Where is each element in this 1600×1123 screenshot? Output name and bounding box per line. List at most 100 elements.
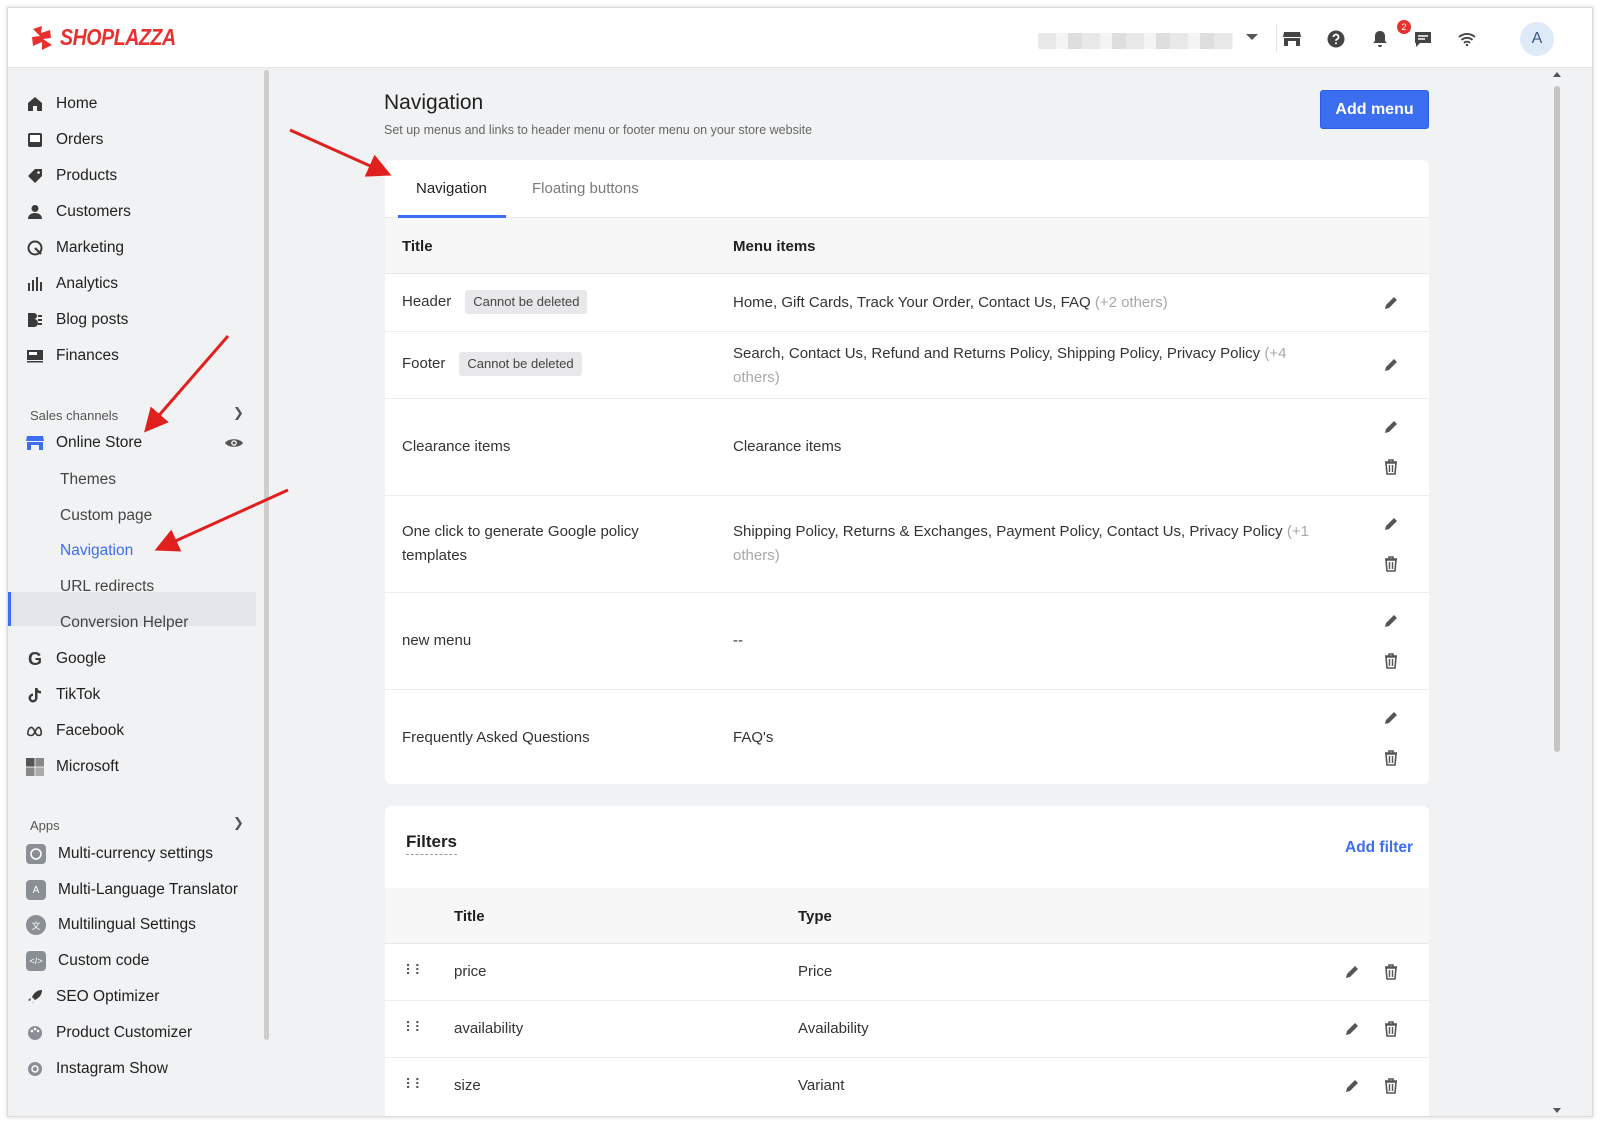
scroll-up-icon[interactable] xyxy=(1553,72,1561,77)
trash-icon[interactable] xyxy=(1381,748,1401,768)
filter-type: Availability xyxy=(798,1020,869,1037)
trash-icon[interactable] xyxy=(1381,554,1401,574)
menu-title: Clearance items xyxy=(402,438,511,455)
sidebar-item-label: Google xyxy=(56,650,106,667)
sidebar-sub-custom-page[interactable]: Custom page xyxy=(60,501,152,531)
sidebar-app-product-customizer[interactable]: Product Customizer xyxy=(26,1018,192,1048)
edit-icon[interactable] xyxy=(1381,293,1401,313)
add-filter-link[interactable]: Add filter xyxy=(1345,839,1413,857)
wifi-icon[interactable] xyxy=(1456,28,1478,50)
tab-floating-buttons[interactable]: Floating buttons xyxy=(532,180,639,197)
brand-logo[interactable]: SHOPLAZZA xyxy=(30,24,196,51)
column-header-menu-items: Menu items xyxy=(733,238,816,255)
filter-type: Variant xyxy=(798,1077,845,1094)
edit-icon[interactable] xyxy=(1342,1076,1362,1096)
more-count: (+4 xyxy=(1264,345,1287,362)
edit-icon[interactable] xyxy=(1381,355,1401,375)
sidebar-item-marketing[interactable]: Marketing xyxy=(26,233,124,263)
sidebar-item-finances[interactable]: Finances xyxy=(26,341,119,371)
page-title: Navigation xyxy=(384,91,484,114)
sidebar-app-seo-optimizer[interactable]: SEO Optimizer xyxy=(26,982,159,1012)
rocket-icon xyxy=(26,988,44,1006)
table-row[interactable]: Clearance items Clearance items xyxy=(385,399,1429,496)
table-row[interactable]: Header Cannot be deleted Home, Gift Cards… xyxy=(385,274,1429,332)
sidebar-app-custom-code[interactable]: </> Custom code xyxy=(26,946,149,976)
trash-icon[interactable] xyxy=(1381,1019,1401,1039)
filter-type: Price xyxy=(798,963,833,980)
table-row[interactable]: new menu -- xyxy=(385,593,1429,690)
help-icon[interactable] xyxy=(1325,28,1347,50)
sidebar-item-label: Blog posts xyxy=(56,311,129,328)
notification-badge: 2 xyxy=(1397,20,1411,34)
menu-title-text: One click to generate Google policy xyxy=(402,523,639,540)
edit-icon[interactable] xyxy=(1381,708,1401,728)
drag-handle-icon[interactable]: ⠇⠇ xyxy=(405,1076,424,1093)
chevron-right-icon[interactable]: ❯ xyxy=(233,405,244,421)
sidebar-item-label: Finances xyxy=(56,347,119,364)
edit-icon[interactable] xyxy=(1381,417,1401,437)
filter-title: price xyxy=(454,963,487,980)
sidebar-item-label: Custom code xyxy=(58,952,150,969)
sidebar-item-online-store[interactable]: Online Store xyxy=(26,428,142,458)
sidebar-item-microsoft[interactable]: Microsoft xyxy=(26,752,119,782)
sidebar-app-instagram-show[interactable]: Instagram Show xyxy=(26,1054,168,1084)
sidebar-app-multi-currency[interactable]: Multi-currency settings xyxy=(26,839,213,869)
add-menu-button[interactable]: Add menu xyxy=(1320,90,1429,129)
sidebar-item-facebook[interactable]: Facebook xyxy=(26,716,124,746)
trash-icon[interactable] xyxy=(1381,651,1401,671)
sidebar-item-blog-posts[interactable]: Blog posts xyxy=(26,305,128,335)
table-row[interactable]: One click to generate Google policy templ… xyxy=(385,496,1429,593)
menu-title: Header Cannot be deleted xyxy=(402,290,588,314)
menu-title-text: Header xyxy=(402,293,452,310)
edit-icon[interactable] xyxy=(1381,514,1401,534)
status-badge: Cannot be deleted xyxy=(465,290,588,314)
sidebar-sub-conversion-helper[interactable]: Conversion Helper xyxy=(60,608,188,638)
trash-icon[interactable] xyxy=(1381,962,1401,982)
trash-icon[interactable] xyxy=(1381,457,1401,477)
brand-name: SHOPLAZZA xyxy=(60,24,176,50)
top-bar: SHOPLAZZA 2 A xyxy=(8,8,1592,68)
chevron-down-icon[interactable] xyxy=(1246,34,1258,40)
sidebar-item-label: Products xyxy=(56,167,118,184)
table-row[interactable]: ⠇⠇ availability Availability xyxy=(385,1001,1429,1058)
sidebar-item-analytics[interactable]: Analytics xyxy=(26,269,118,299)
sidebar-item-orders[interactable]: Orders xyxy=(26,125,103,155)
edit-icon[interactable] xyxy=(1342,1019,1362,1039)
table-row[interactable]: Frequently Asked Questions FAQ's xyxy=(385,690,1429,784)
sidebar-item-customers[interactable]: Customers xyxy=(26,197,131,227)
sidebar-sub-url-redirects[interactable]: URL redirects xyxy=(60,572,154,602)
tiktok-icon xyxy=(26,686,44,704)
store-icon[interactable] xyxy=(1281,28,1303,50)
sidebar-item-products[interactable]: Products xyxy=(26,161,117,191)
chat-icon[interactable] xyxy=(1412,28,1434,50)
sidebar-item-google[interactable]: G Google xyxy=(26,644,106,674)
table-row[interactable]: ⠇⠇ price Price xyxy=(385,944,1429,1001)
drag-handle-icon[interactable]: ⠇⠇ xyxy=(405,962,424,979)
store-switcher[interactable] xyxy=(1038,33,1233,49)
avatar[interactable]: A xyxy=(1520,22,1554,56)
edit-icon[interactable] xyxy=(1381,611,1401,631)
sidebar-item-tiktok[interactable]: TikTok xyxy=(26,680,100,710)
tab-navigation[interactable]: Navigation xyxy=(416,180,487,197)
finances-icon xyxy=(26,347,44,365)
sidebar-scrollbar[interactable] xyxy=(264,70,269,1040)
bell-icon[interactable] xyxy=(1369,28,1391,50)
drag-handle-icon[interactable]: ⠇⠇ xyxy=(405,1019,424,1036)
sidebar-item-label: Home xyxy=(56,95,98,112)
marketing-icon xyxy=(26,239,44,257)
sidebar-app-multilingual-settings[interactable]: 文 Multilingual Settings xyxy=(26,910,196,940)
main-scrollbar-thumb[interactable] xyxy=(1554,86,1560,752)
chevron-right-icon[interactable]: ❯ xyxy=(233,815,244,831)
menu-items: -- xyxy=(733,632,743,649)
trash-icon[interactable] xyxy=(1381,1076,1401,1096)
eye-icon[interactable] xyxy=(224,436,244,454)
sidebar-app-multi-language-translator[interactable]: A Multi-Language Translator xyxy=(26,875,238,905)
scroll-down-icon[interactable] xyxy=(1553,1108,1561,1113)
edit-icon[interactable] xyxy=(1342,962,1362,982)
menu-title-text: templates xyxy=(402,547,468,564)
sidebar-sub-themes[interactable]: Themes xyxy=(60,465,116,495)
table-row[interactable]: ⠇⠇ size Variant xyxy=(385,1058,1429,1115)
sidebar-item-home[interactable]: Home xyxy=(26,89,97,119)
table-row[interactable]: Footer Cannot be deleted Search, Contact … xyxy=(385,332,1429,399)
sidebar-sub-navigation[interactable]: Navigation xyxy=(60,536,133,566)
